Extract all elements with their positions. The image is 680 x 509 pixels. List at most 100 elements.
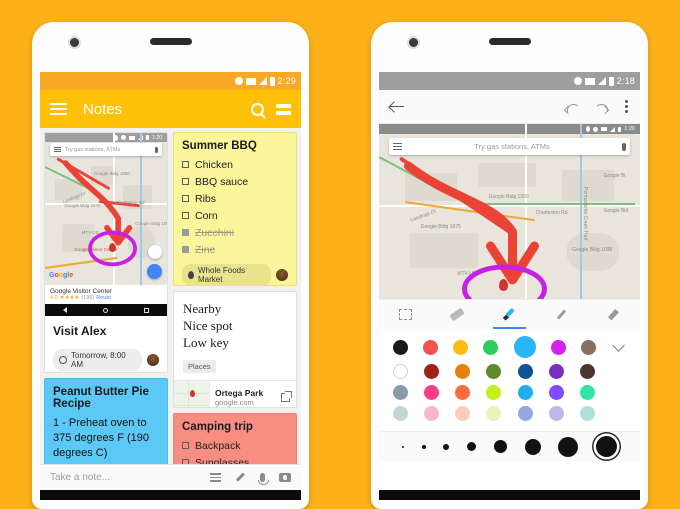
brush-size-option[interactable] bbox=[493, 440, 507, 453]
color-swatch[interactable] bbox=[486, 406, 502, 421]
search-icon[interactable] bbox=[251, 102, 264, 116]
checkbox[interactable] bbox=[182, 212, 189, 219]
pen-icon[interactable] bbox=[235, 472, 246, 483]
color-swatch[interactable] bbox=[580, 339, 596, 355]
note-card-bbq[interactable]: Summer BBQ Chicken BBQ sauce Ribs Corn Z… bbox=[173, 132, 297, 286]
location-chip[interactable]: Whole Foods Market bbox=[182, 264, 271, 285]
color-swatch[interactable] bbox=[579, 385, 595, 400]
color-swatch[interactable] bbox=[550, 339, 566, 355]
kebab-menu-icon[interactable] bbox=[625, 100, 629, 113]
brush-size-option[interactable] bbox=[401, 445, 404, 448]
back-arrow-icon[interactable] bbox=[390, 99, 405, 114]
checkbox[interactable] bbox=[182, 178, 189, 185]
note-card-map[interactable]: 1:20 Google Bldg 1950 Google Bldg 1875 C… bbox=[44, 132, 168, 374]
link-preview-card[interactable]: Ortega Park google.com bbox=[174, 379, 296, 408]
marker-tool[interactable] bbox=[483, 300, 535, 330]
list-item[interactable]: Zucchini bbox=[174, 224, 296, 241]
note-card-camping[interactable]: Camping trip Backpack Sunglasses bbox=[173, 413, 297, 469]
redo-icon[interactable] bbox=[594, 102, 608, 112]
color-swatch[interactable] bbox=[424, 385, 440, 400]
brush-size-option[interactable] bbox=[421, 444, 426, 449]
color-swatch[interactable] bbox=[453, 339, 469, 355]
checkbox[interactable] bbox=[182, 161, 189, 168]
back-icon[interactable] bbox=[63, 307, 67, 313]
color-swatch[interactable] bbox=[423, 339, 439, 355]
eraser-tool[interactable] bbox=[431, 300, 483, 329]
color-swatch-selected[interactable] bbox=[513, 336, 536, 358]
color-swatch[interactable] bbox=[548, 385, 564, 400]
list-view-icon[interactable] bbox=[276, 103, 291, 115]
color-swatch[interactable] bbox=[393, 385, 408, 400]
mic-icon[interactable] bbox=[155, 146, 159, 153]
brush-size-option[interactable] bbox=[524, 438, 541, 455]
color-swatch[interactable] bbox=[486, 385, 502, 400]
color-swatch[interactable] bbox=[517, 406, 533, 421]
chevron-down-icon[interactable] bbox=[611, 338, 626, 354]
color-swatch[interactable] bbox=[548, 406, 564, 421]
color-swatch[interactable] bbox=[424, 364, 440, 379]
checkbox[interactable] bbox=[182, 442, 189, 450]
list-item-label: Corn bbox=[195, 209, 218, 222]
route-link[interactable]: Route bbox=[96, 295, 111, 301]
list-item[interactable]: Corn bbox=[174, 207, 296, 224]
color-swatch[interactable] bbox=[517, 364, 533, 379]
hamburger-icon[interactable] bbox=[393, 143, 403, 150]
external-link-icon[interactable] bbox=[281, 391, 292, 403]
undo-icon[interactable] bbox=[565, 102, 580, 112]
color-swatch[interactable] bbox=[548, 364, 564, 379]
color-swatch[interactable] bbox=[393, 364, 408, 379]
reminder-chip[interactable]: Tomorrow, 8:00 AM bbox=[53, 349, 142, 371]
drawing-canvas[interactable]: 1:20 Google Bldg 1950 Google Bldg 1875 C… bbox=[379, 124, 640, 299]
color-swatch[interactable] bbox=[579, 406, 595, 421]
highlighter-tool[interactable] bbox=[588, 300, 640, 329]
list-item[interactable]: Chicken bbox=[174, 156, 296, 173]
list-item[interactable]: Zinc bbox=[174, 241, 296, 258]
right-phone-screen: 2:18 1:20 Google Bldg 1950 Google Bldg 1… bbox=[379, 72, 640, 500]
color-swatch[interactable] bbox=[393, 406, 408, 421]
note-title: Camping trip bbox=[182, 421, 253, 434]
color-swatch[interactable] bbox=[455, 406, 471, 421]
hamburger-icon[interactable] bbox=[50, 103, 67, 115]
list-item[interactable]: BBQ sauce bbox=[174, 173, 296, 190]
color-swatch[interactable] bbox=[455, 364, 471, 379]
pen-tool[interactable] bbox=[536, 300, 588, 329]
note-tag[interactable]: Places bbox=[183, 359, 216, 373]
take-note-input[interactable]: Take a note... bbox=[50, 472, 210, 483]
front-camera-icon bbox=[68, 36, 81, 49]
checkbox[interactable] bbox=[182, 195, 189, 202]
color-swatch[interactable] bbox=[486, 364, 502, 379]
my-location-button[interactable] bbox=[148, 245, 162, 259]
color-swatch[interactable] bbox=[424, 406, 440, 421]
color-swatch[interactable] bbox=[455, 385, 471, 400]
brush-size-option[interactable] bbox=[443, 443, 450, 450]
list-item[interactable]: Ribs bbox=[174, 190, 296, 207]
place-info-card[interactable]: Google Visitor Center 4.0 ★★★★ (195) Rou… bbox=[45, 285, 167, 304]
color-row bbox=[393, 406, 626, 421]
checkbox[interactable] bbox=[182, 229, 189, 236]
mic-icon[interactable] bbox=[258, 473, 269, 485]
list-item-label: Chicken bbox=[195, 158, 233, 171]
compose-bar[interactable]: Take a note... bbox=[40, 464, 301, 490]
list-icon[interactable] bbox=[210, 473, 221, 482]
camera-icon[interactable] bbox=[279, 473, 291, 482]
brush-size-option-selected[interactable] bbox=[596, 436, 618, 457]
color-swatch[interactable] bbox=[483, 339, 499, 355]
mic-icon[interactable] bbox=[621, 142, 626, 151]
brush-size-option[interactable] bbox=[467, 442, 477, 451]
color-swatch[interactable] bbox=[517, 385, 533, 400]
note-body: 1 - Preheat oven to 375 degrees F (190 d… bbox=[53, 417, 150, 460]
map-search-bar[interactable]: Try gas stations, ATMs bbox=[49, 143, 163, 156]
directions-fab[interactable] bbox=[147, 264, 162, 279]
selection-tool[interactable] bbox=[379, 300, 431, 329]
color-swatch[interactable] bbox=[579, 364, 595, 379]
note-card-nearby[interactable]: Nearby Nice spot Low key Places Ortega P… bbox=[173, 290, 297, 409]
recents-icon[interactable] bbox=[144, 307, 149, 313]
map-search-bar[interactable]: Try gas stations, ATMs bbox=[389, 138, 630, 155]
note-card-recipe[interactable]: Peanut Butter Pie Recipe 1 - Preheat ove… bbox=[44, 378, 168, 469]
checkbox[interactable] bbox=[182, 246, 189, 253]
home-icon[interactable] bbox=[103, 307, 108, 313]
list-item[interactable]: Backpack bbox=[174, 437, 296, 454]
brush-size-option[interactable] bbox=[558, 436, 579, 457]
hamburger-icon[interactable] bbox=[53, 147, 61, 152]
color-swatch[interactable] bbox=[393, 339, 408, 355]
